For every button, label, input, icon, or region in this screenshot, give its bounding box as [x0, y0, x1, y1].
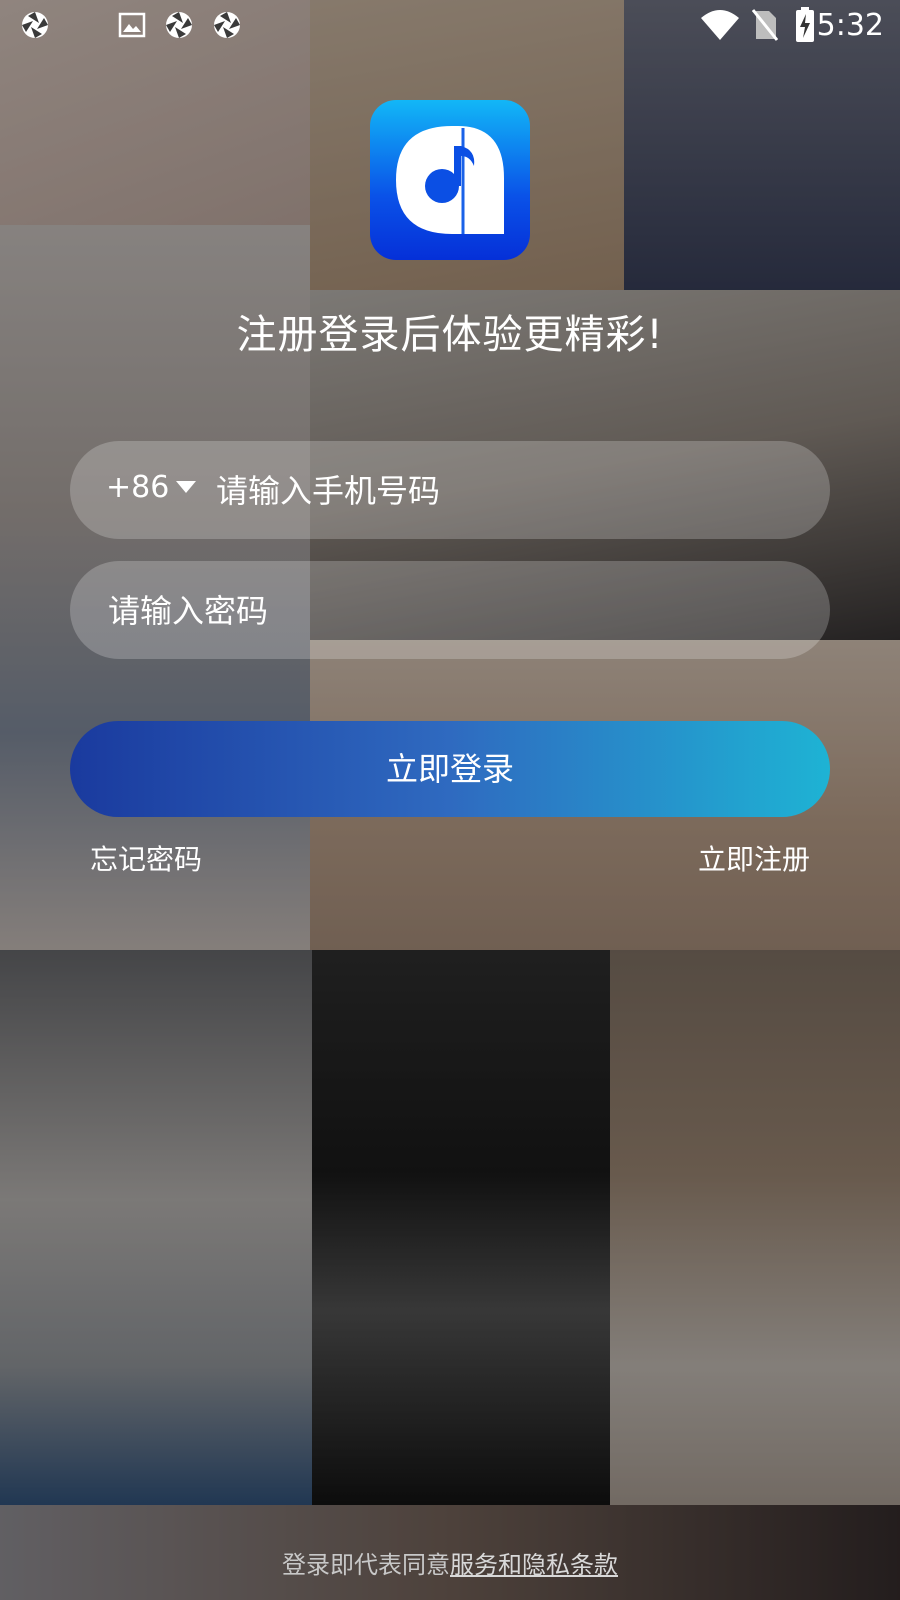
agreement-text: 登录即代表同意服务和隐私条款 — [0, 1545, 900, 1580]
phone-field: +86 — [70, 441, 830, 541]
aperture-icon — [166, 12, 192, 38]
login-button[interactable]: 立即登录 — [70, 721, 830, 817]
register-link[interactable]: 立即注册 — [698, 838, 810, 878]
agreement-prefix: 登录即代表同意 — [282, 1551, 450, 1579]
password-field — [70, 561, 830, 661]
aperture-icon — [22, 12, 48, 38]
no-sim-icon — [752, 9, 778, 41]
phone-input[interactable] — [214, 441, 798, 541]
app-logo-icon — [370, 100, 530, 260]
battery-charging-icon — [796, 7, 814, 42]
terms-link[interactable]: 服务和隐私条款 — [450, 1551, 618, 1579]
country-code[interactable]: +86 — [106, 470, 169, 505]
status-bar: 5:32 — [0, 0, 900, 50]
forgot-password-link[interactable]: 忘记密码 — [90, 838, 202, 878]
aperture-icon — [214, 12, 240, 38]
page-title: 注册登录后体验更精彩! — [236, 312, 664, 358]
status-time: 5:32 — [816, 8, 884, 43]
password-input[interactable] — [106, 561, 800, 661]
caret-down-icon[interactable] — [174, 475, 198, 499]
image-icon — [118, 12, 146, 38]
wifi-icon — [701, 10, 739, 40]
